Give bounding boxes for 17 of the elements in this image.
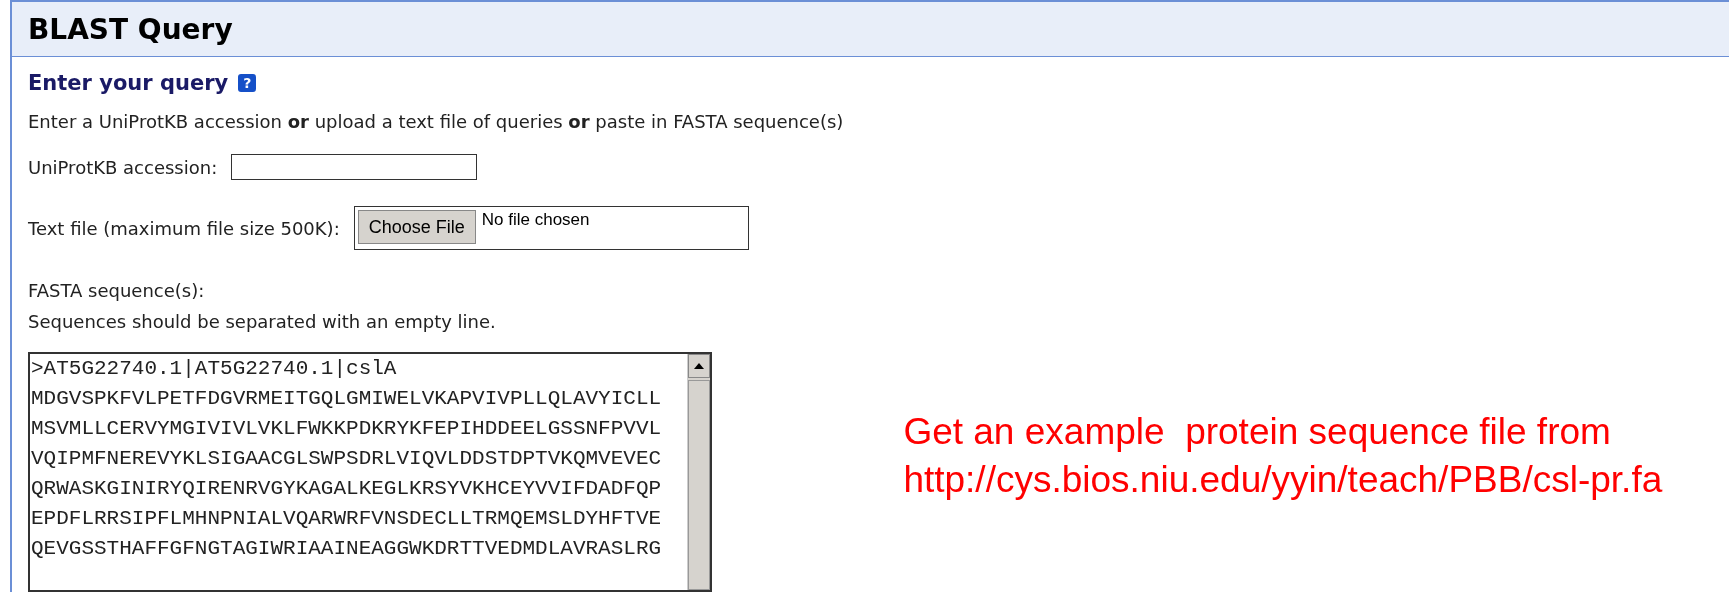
hint-text: Sequences should be separated with an empty line. <box>28 311 496 332</box>
intro-text: Enter a UniProtKB accession or upload a text file of queries or paste in FASTA sequence(s) <box>28 111 844 132</box>
file-field[interactable]: Choose File No file chosen <box>353 206 749 250</box>
scrollbar[interactable] <box>687 354 710 590</box>
file-status: No file chosen <box>481 210 590 230</box>
field-label: FASTA sequence(s): <box>28 280 205 301</box>
accession-field[interactable] <box>231 154 478 180</box>
sequence-field[interactable]: >AT5G22740.1|AT5G22740.1|cslA MDGVSPKFVLPETFDGVRMEITGQLGMIWELVKAPVIVPLLQLAVYICLL MSVMLLCERVYMGIVIVLVKLFWKKPDKRYKFEPIHDDEELGSSNFPVVL VQIPMFNEREVYKLSIGAACGLSWPSDRLVIQVLDDSTDPTVKQMVEVEC QRWASKGINIRYQIRENRVGYKAGALKEGLKRSYVKHCEYVVIFDADFQP EPDFLRRSIPFLMHNPNIALVQARWRFVNSDECLLTRMQEMSLDYHFTVE QEVGSSTHAFFGFNGTAGIWRIAAINEAGGWKDRTTVEDMDLAVRASLRG <box>28 352 712 592</box>
url-text: http://cys.bios.niu.edu/yyin/teach/PBB/csl-pr.fa <box>903 459 1663 501</box>
annotation-text: Get an example protein sequence file from <box>903 411 1612 453</box>
field-label: Text file (maximum file size 500K): <box>28 217 340 239</box>
help-icon[interactable]: ? <box>238 74 257 92</box>
panel-title: BLAST Query <box>28 12 233 46</box>
up-arrow-icon[interactable] <box>694 363 704 369</box>
choose-file-button[interactable]: Choose File <box>357 210 476 244</box>
field-label: UniProtKB accession: <box>28 156 218 178</box>
section-heading: Enter your query <box>28 71 229 95</box>
